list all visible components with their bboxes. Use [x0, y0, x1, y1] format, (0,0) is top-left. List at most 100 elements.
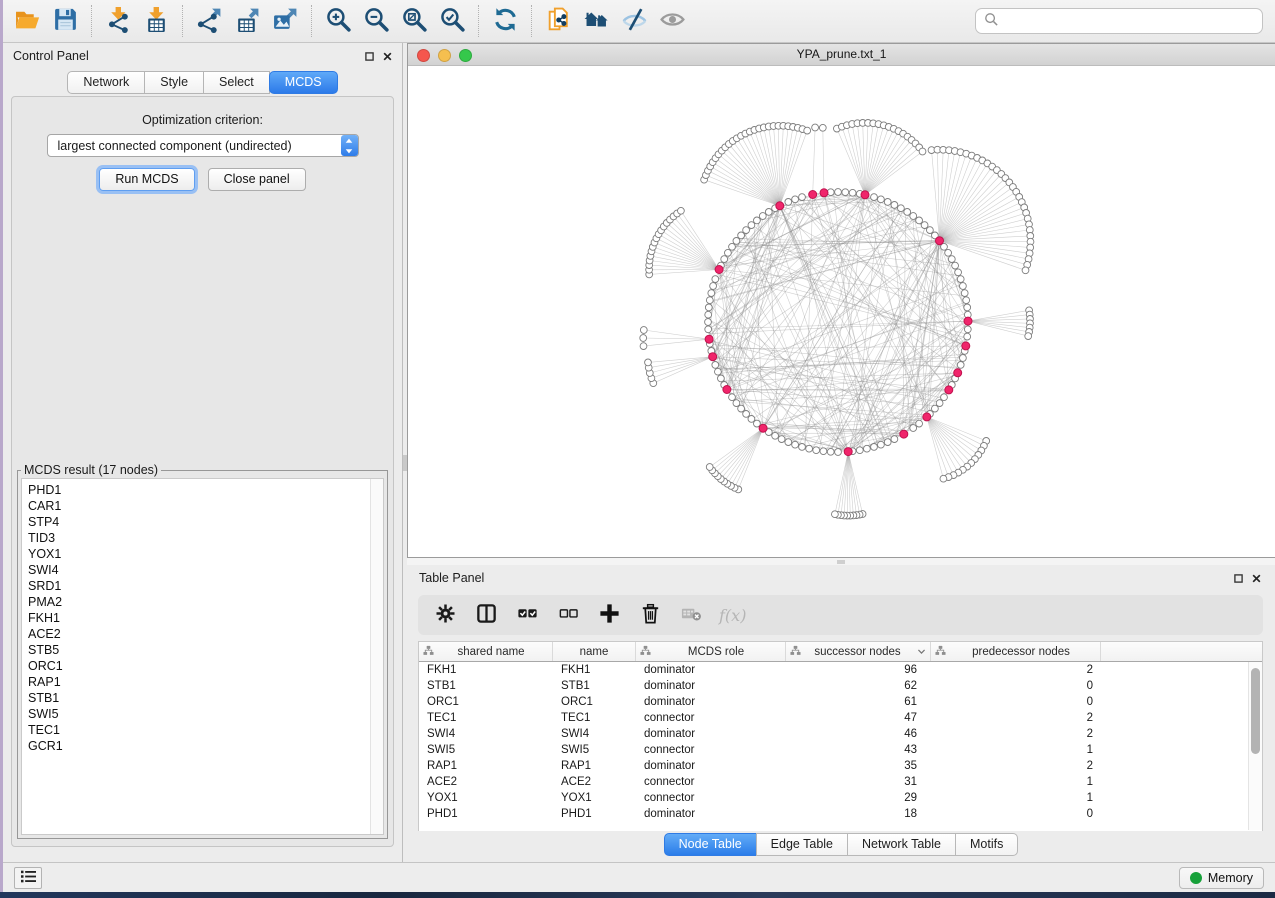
graph-node[interactable]: [733, 400, 740, 407]
result-node[interactable]: ACE2: [28, 626, 383, 642]
graph-node[interactable]: [743, 227, 750, 234]
cell-predecessor-nodes[interactable]: 1: [931, 742, 1101, 758]
cell-predecessor-nodes[interactable]: 0: [931, 806, 1101, 822]
select-all-checkboxes-button[interactable]: [514, 602, 540, 628]
graph-dominator-node[interactable]: [936, 237, 944, 245]
graph-node[interactable]: [948, 256, 955, 263]
cell-shared-name[interactable]: ACE2: [419, 774, 553, 790]
network-window-titlebar[interactable]: YPA_prune.txt_1: [408, 44, 1275, 66]
first-neighbors-button[interactable]: [577, 3, 615, 39]
show-details-button[interactable]: [653, 3, 691, 39]
tab-edge-table[interactable]: Edge Table: [756, 833, 848, 856]
result-node[interactable]: RAP1: [28, 674, 383, 690]
import-table-button[interactable]: [137, 3, 175, 39]
graph-node[interactable]: [916, 217, 923, 224]
close-panel-icon[interactable]: [383, 52, 392, 61]
graph-node[interactable]: [759, 213, 766, 220]
tab-mcds[interactable]: MCDS: [269, 71, 338, 94]
graph-node[interactable]: [706, 297, 713, 304]
cell-shared-name[interactable]: PHD1: [419, 806, 553, 822]
graph-node[interactable]: [963, 297, 970, 304]
tab-network[interactable]: Network: [67, 71, 145, 94]
horizontal-splitter[interactable]: [407, 558, 1275, 565]
graph-node[interactable]: [715, 368, 722, 375]
cell-successor-nodes[interactable]: 29: [786, 790, 931, 806]
column-header-successor-nodes[interactable]: successor nodes: [786, 642, 931, 661]
graph-node[interactable]: [957, 362, 964, 369]
open-file-button[interactable]: [8, 3, 46, 39]
cell-shared-name[interactable]: TEC1: [419, 710, 553, 726]
clone-network-button[interactable]: [539, 3, 577, 39]
graph-node[interactable]: [799, 444, 806, 451]
graph-node[interactable]: [785, 199, 792, 206]
zoom-out-button[interactable]: [357, 3, 395, 39]
table-settings-button[interactable]: [432, 602, 458, 628]
graph-node[interactable]: [819, 124, 826, 131]
result-node[interactable]: STB1: [28, 690, 383, 706]
graph-node[interactable]: [961, 290, 968, 297]
network-canvas[interactable]: [408, 66, 1275, 557]
cell-predecessor-nodes[interactable]: 2: [931, 710, 1101, 726]
table-scrollbar[interactable]: [1248, 662, 1262, 830]
cell-predecessor-nodes[interactable]: 1: [931, 790, 1101, 806]
table-row[interactable]: ACE2ACE2connector311: [419, 774, 1262, 790]
graph-node[interactable]: [964, 333, 971, 340]
show-columns-button[interactable]: [473, 602, 499, 628]
graph-dominator-node[interactable]: [945, 386, 953, 394]
cell-MCDS-role[interactable]: dominator: [636, 678, 786, 694]
cell-shared-name[interactable]: RAP1: [419, 758, 553, 774]
result-node[interactable]: YOX1: [28, 546, 383, 562]
cell-name[interactable]: RAP1: [553, 758, 636, 774]
table-row[interactable]: YOX1YOX1connector291: [419, 790, 1262, 806]
cell-name[interactable]: FKH1: [553, 662, 636, 678]
cell-MCDS-role[interactable]: dominator: [636, 758, 786, 774]
graph-node[interactable]: [904, 209, 911, 216]
cell-successor-nodes[interactable]: 31: [786, 774, 931, 790]
graph-node[interactable]: [820, 448, 827, 455]
graph-node[interactable]: [871, 194, 878, 201]
graph-node[interactable]: [1022, 267, 1029, 274]
graph-node[interactable]: [856, 447, 863, 454]
import-network-button[interactable]: [99, 3, 137, 39]
graph-node[interactable]: [678, 207, 685, 214]
graph-node[interactable]: [955, 269, 962, 276]
result-node[interactable]: SWI4: [28, 562, 383, 578]
cell-successor-nodes[interactable]: 43: [786, 742, 931, 758]
graph-node[interactable]: [718, 375, 725, 382]
cell-name[interactable]: SWI5: [553, 742, 636, 758]
minimize-window-icon[interactable]: [438, 49, 451, 62]
graph-node[interactable]: [772, 432, 779, 439]
delete-columns-button[interactable]: [637, 602, 663, 628]
refresh-view-button[interactable]: [486, 3, 524, 39]
table-row[interactable]: ORC1ORC1dominator610: [419, 694, 1262, 710]
graph-node[interactable]: [792, 441, 799, 448]
close-panel-button[interactable]: Close panel: [208, 168, 306, 191]
cell-name[interactable]: SWI4: [553, 726, 636, 742]
cell-MCDS-role[interactable]: dominator: [636, 726, 786, 742]
graph-node[interactable]: [725, 249, 732, 256]
cell-MCDS-role[interactable]: connector: [636, 774, 786, 790]
result-node[interactable]: SWI5: [28, 706, 383, 722]
result-node[interactable]: STP4: [28, 514, 383, 530]
graph-node[interactable]: [705, 319, 712, 326]
graph-dominator-node[interactable]: [900, 430, 908, 438]
deselect-all-checkboxes-button[interactable]: [555, 602, 581, 628]
graph-dominator-node[interactable]: [715, 266, 723, 274]
cell-MCDS-role[interactable]: dominator: [636, 662, 786, 678]
zoom-fit-button[interactable]: [395, 3, 433, 39]
table-row[interactable]: STB1STB1dominator620: [419, 678, 1262, 694]
cell-successor-nodes[interactable]: 62: [786, 678, 931, 694]
cell-name[interactable]: YOX1: [553, 790, 636, 806]
cell-name[interactable]: TEC1: [553, 710, 636, 726]
column-header-name[interactable]: name: [553, 642, 636, 661]
cell-MCDS-role[interactable]: dominator: [636, 806, 786, 822]
graph-node[interactable]: [738, 232, 745, 239]
graph-node[interactable]: [754, 217, 761, 224]
graph-node[interactable]: [960, 283, 967, 290]
graph-node[interactable]: [778, 436, 785, 443]
graph-dominator-node[interactable]: [954, 369, 962, 377]
cell-shared-name[interactable]: YOX1: [419, 790, 553, 806]
graph-dominator-node[interactable]: [723, 386, 731, 394]
graph-dominator-node[interactable]: [759, 424, 767, 432]
graph-node[interactable]: [910, 425, 917, 432]
